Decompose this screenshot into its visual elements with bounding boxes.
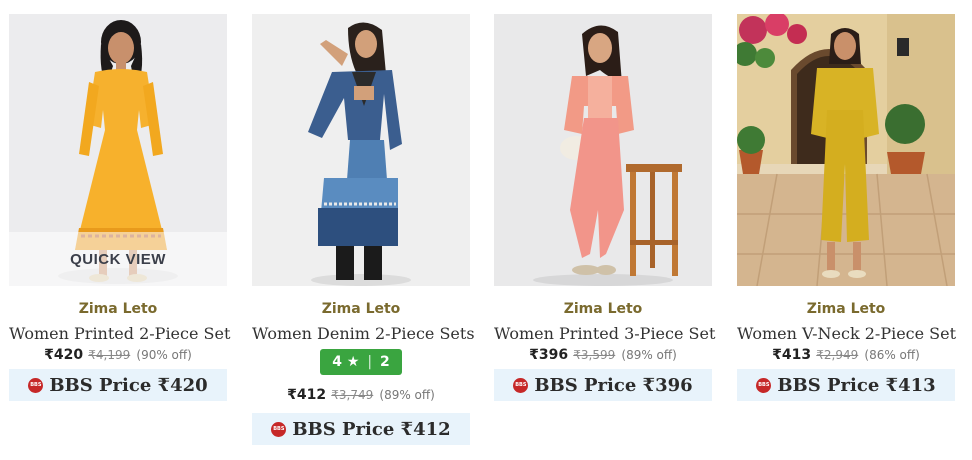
rating-value: 4 xyxy=(332,354,343,370)
selling-price: ₹413 xyxy=(772,347,812,363)
product-price-row: ₹413 ₹2,949 (86% off) xyxy=(737,347,955,363)
product-brand: Zima Leto xyxy=(806,301,886,317)
bbs-badge-icon: BBS xyxy=(271,421,287,437)
bbs-badge-icon: BBS xyxy=(756,377,772,393)
rating-count: 2 xyxy=(379,354,390,370)
product-name[interactable]: Women Denim 2-Piece Sets xyxy=(252,324,475,343)
rating-badge[interactable]: 4 ★ | 2 xyxy=(320,349,402,375)
discount-percent: (89% off) xyxy=(379,388,435,402)
bbs-price-label: BBS Price ₹413 xyxy=(777,374,936,396)
product-name[interactable]: Women Printed 2-Piece Set xyxy=(9,324,230,343)
bbs-price-label: BBS Price ₹412 xyxy=(292,418,451,440)
quick-view-button[interactable]: QUICK VIEW xyxy=(9,232,227,286)
bbs-badge-icon: BBS xyxy=(28,377,44,393)
bbs-price-banner: BBS BBS Price ₹412 xyxy=(252,413,470,445)
discount-percent: (89% off) xyxy=(621,348,677,362)
product-image[interactable] xyxy=(494,14,712,286)
selling-price: ₹396 xyxy=(529,347,569,363)
product-image[interactable]: QUICK VIEW xyxy=(9,14,227,286)
product-price-row: ₹412 ₹3,749 (89% off) xyxy=(252,387,470,403)
mrp-price: ₹2,949 xyxy=(816,348,859,362)
product-card[interactable]: QUICK VIEW Zima Leto Women Printed 2-Pie… xyxy=(9,14,230,401)
product-card[interactable]: Zima Leto Women Denim 2-Piece Sets 4 ★ |… xyxy=(252,14,475,445)
rating-row: 4 ★ | 2 xyxy=(252,349,470,375)
product-photo-denim-set xyxy=(252,14,470,286)
bbs-price-label: BBS Price ₹396 xyxy=(534,374,693,396)
selling-price: ₹420 xyxy=(44,347,84,363)
product-name[interactable]: Women V-Neck 2-Piece Set xyxy=(737,324,956,343)
product-card[interactable]: Zima Leto Women V-Neck 2-Piece Set ₹413 … xyxy=(737,14,956,401)
product-photo-peach-set xyxy=(494,14,712,286)
mrp-price: ₹4,199 xyxy=(88,348,131,362)
product-brand: Zima Leto xyxy=(78,301,158,317)
product-card[interactable]: Zima Leto Women Printed 3-Piece Set ₹396… xyxy=(494,14,715,401)
product-brand: Zima Leto xyxy=(321,301,401,317)
bbs-badge-icon: BBS xyxy=(513,377,529,393)
selling-price: ₹412 xyxy=(287,387,327,403)
discount-percent: (86% off) xyxy=(864,348,920,362)
product-photo-mustard-set xyxy=(737,14,955,286)
bbs-price-banner: BBS BBS Price ₹413 xyxy=(737,369,955,401)
bbs-price-banner: BBS BBS Price ₹420 xyxy=(9,369,227,401)
product-brand: Zima Leto xyxy=(563,301,643,317)
mrp-price: ₹3,599 xyxy=(573,348,616,362)
rating-separator: | xyxy=(367,354,373,370)
product-price-row: ₹420 ₹4,199 (90% off) xyxy=(9,347,227,363)
star-icon: ★ xyxy=(346,354,360,370)
product-image[interactable] xyxy=(252,14,470,286)
bbs-price-banner: BBS BBS Price ₹396 xyxy=(494,369,712,401)
product-image[interactable] xyxy=(737,14,955,286)
product-name[interactable]: Women Printed 3-Piece Set xyxy=(494,324,715,343)
mrp-price: ₹3,749 xyxy=(331,388,374,402)
bbs-price-label: BBS Price ₹420 xyxy=(49,374,208,396)
discount-percent: (90% off) xyxy=(136,348,192,362)
product-price-row: ₹396 ₹3,599 (89% off) xyxy=(494,347,712,363)
